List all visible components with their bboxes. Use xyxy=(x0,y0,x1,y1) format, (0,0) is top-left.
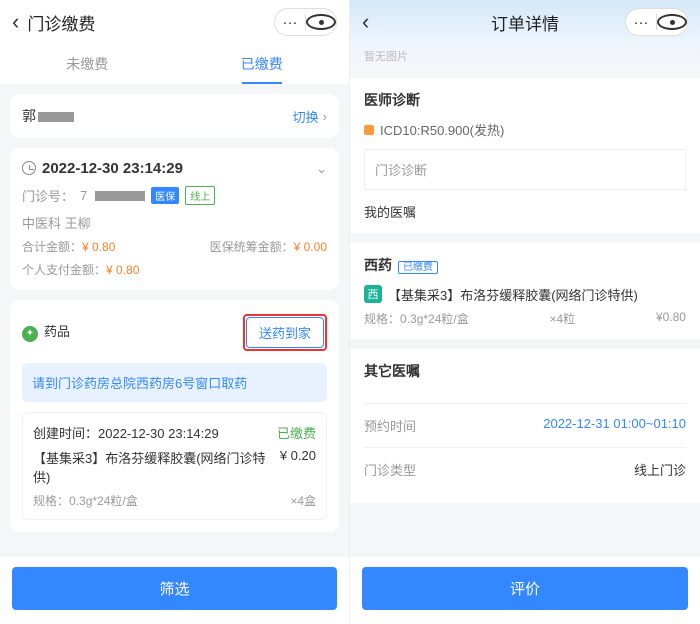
tabs: 未缴费 已缴费 xyxy=(0,44,349,84)
expand-icon[interactable]: ⌄ xyxy=(316,161,327,177)
medicine-name: 【基集采3】布洛芬缓释胶囊(网络门诊特供) xyxy=(33,448,280,486)
spec-row: 规格：0.3g*24粒/盒 ×4粒 ¥0.80 xyxy=(364,310,686,327)
appointment-time-row: 预约时间 2022-12-31 01:00~01:10 xyxy=(364,404,686,447)
insurance-badge: 医保 xyxy=(151,187,179,204)
review-button[interactable]: 评价 xyxy=(362,567,688,610)
footer: 评价 xyxy=(350,557,700,624)
other-orders-title: 其它医嘱 xyxy=(364,361,686,381)
order-detail-screen: ‹ 订单详情 ··· 暂无图片 医师诊断 ICD10:R50.900(发热) 门… xyxy=(350,0,700,624)
paid-tag: 已缴费 xyxy=(398,261,438,274)
self-pay-row: 个人支付金额：¥ 0.80 xyxy=(22,261,327,278)
western-title: 西药已缴费 xyxy=(364,255,686,275)
medicine-qty: ×4盒 xyxy=(290,492,316,509)
outpatient-payment-screen: ‹ 门诊缴费 ··· 未缴费 已缴费 郭 切换 › 2022-12-30 23:… xyxy=(0,0,350,624)
visit-number-row: 门诊号：7 医保 线上 xyxy=(22,186,327,205)
diagnosis-section: 医师诊断 ICD10:R50.900(发热) 门诊诊断 我的医嘱 xyxy=(350,78,700,233)
user-name: 郭 xyxy=(22,106,74,126)
user-card[interactable]: 郭 切换 › xyxy=(10,94,339,138)
header: ‹ 门诊缴费 ··· xyxy=(0,0,349,44)
my-orders-label: 我的医嘱 xyxy=(364,202,686,221)
more-icon[interactable]: ··· xyxy=(275,14,305,31)
mini-program-capsule[interactable]: ··· xyxy=(274,8,337,36)
other-orders-section: 其它医嘱 预约时间 2022-12-31 01:00~01:10 门诊类型 线上… xyxy=(350,349,700,503)
clock-icon xyxy=(22,161,36,175)
page-title: 门诊缴费 xyxy=(27,10,274,35)
diagnosis-sub: 门诊诊断 xyxy=(364,149,686,190)
icd-icon xyxy=(364,125,374,135)
back-icon[interactable]: ‹ xyxy=(12,9,19,35)
paid-status: 已缴费 xyxy=(277,423,316,442)
online-badge: 线上 xyxy=(185,186,215,205)
deliver-home-button[interactable]: 送药到家 xyxy=(246,317,324,348)
deliver-highlight: 送药到家 xyxy=(243,314,327,351)
image-placeholder-hint: 暂无图片 xyxy=(350,44,700,68)
mini-program-capsule[interactable]: ··· xyxy=(625,8,688,36)
back-icon[interactable]: ‹ xyxy=(362,9,369,35)
close-target-icon[interactable] xyxy=(306,14,336,30)
western-icon: 西 xyxy=(364,285,382,303)
record-datetime: 2022-12-30 23:14:29 xyxy=(22,160,183,178)
pill-icon: ✦ xyxy=(22,326,38,342)
diagnosis-title: 医师诊断 xyxy=(364,90,686,110)
filter-button[interactable]: 筛选 xyxy=(12,567,337,610)
create-time: 创建时间：2022-12-30 23:14:29 xyxy=(33,423,219,442)
header: ‹ 订单详情 ··· xyxy=(350,0,700,44)
payment-record-card[interactable]: 2022-12-30 23:14:29 ⌄ 门诊号：7 医保 线上 中医科 王柳… xyxy=(10,148,339,290)
icd-code: ICD10:R50.900(发热) xyxy=(364,120,686,139)
medicine-card: ✦药品 送药到家 请到门诊药房总院西药房6号窗口取药 创建时间：2022-12-… xyxy=(10,300,339,532)
medicine-title: ✦药品 xyxy=(22,321,70,342)
pickup-notice: 请到门诊药房总院西药房6号窗口取药 xyxy=(22,363,327,402)
medicine-spec: 规格：0.3g*24粒/盒 xyxy=(33,492,138,509)
western-med-section: 西药已缴费 西【基集采3】布洛芬缓释胶囊(网络门诊特供) 规格：0.3g*24粒… xyxy=(350,243,700,339)
medicine-price: ¥ 0.20 xyxy=(280,448,316,463)
medicine-item[interactable]: 创建时间：2022-12-30 23:14:29 已缴费 【基集采3】布洛芬缓释… xyxy=(22,412,327,520)
total-row: 合计金额：¥ 0.80 医保统筹金额：¥ 0.00 xyxy=(22,238,327,255)
dept-doctor: 中医科 王柳 xyxy=(22,213,327,232)
medicine-name: 西【基集采3】布洛芬缓释胶囊(网络门诊特供) xyxy=(364,285,686,304)
visit-type-row: 门诊类型 线上门诊 xyxy=(364,448,686,491)
more-icon[interactable]: ··· xyxy=(626,14,656,31)
tab-paid[interactable]: 已缴费 xyxy=(175,44,350,84)
footer: 筛选 xyxy=(0,557,349,624)
tab-unpaid[interactable]: 未缴费 xyxy=(0,44,175,84)
switch-user-link[interactable]: 切换 › xyxy=(293,107,327,126)
close-target-icon[interactable] xyxy=(657,14,687,30)
